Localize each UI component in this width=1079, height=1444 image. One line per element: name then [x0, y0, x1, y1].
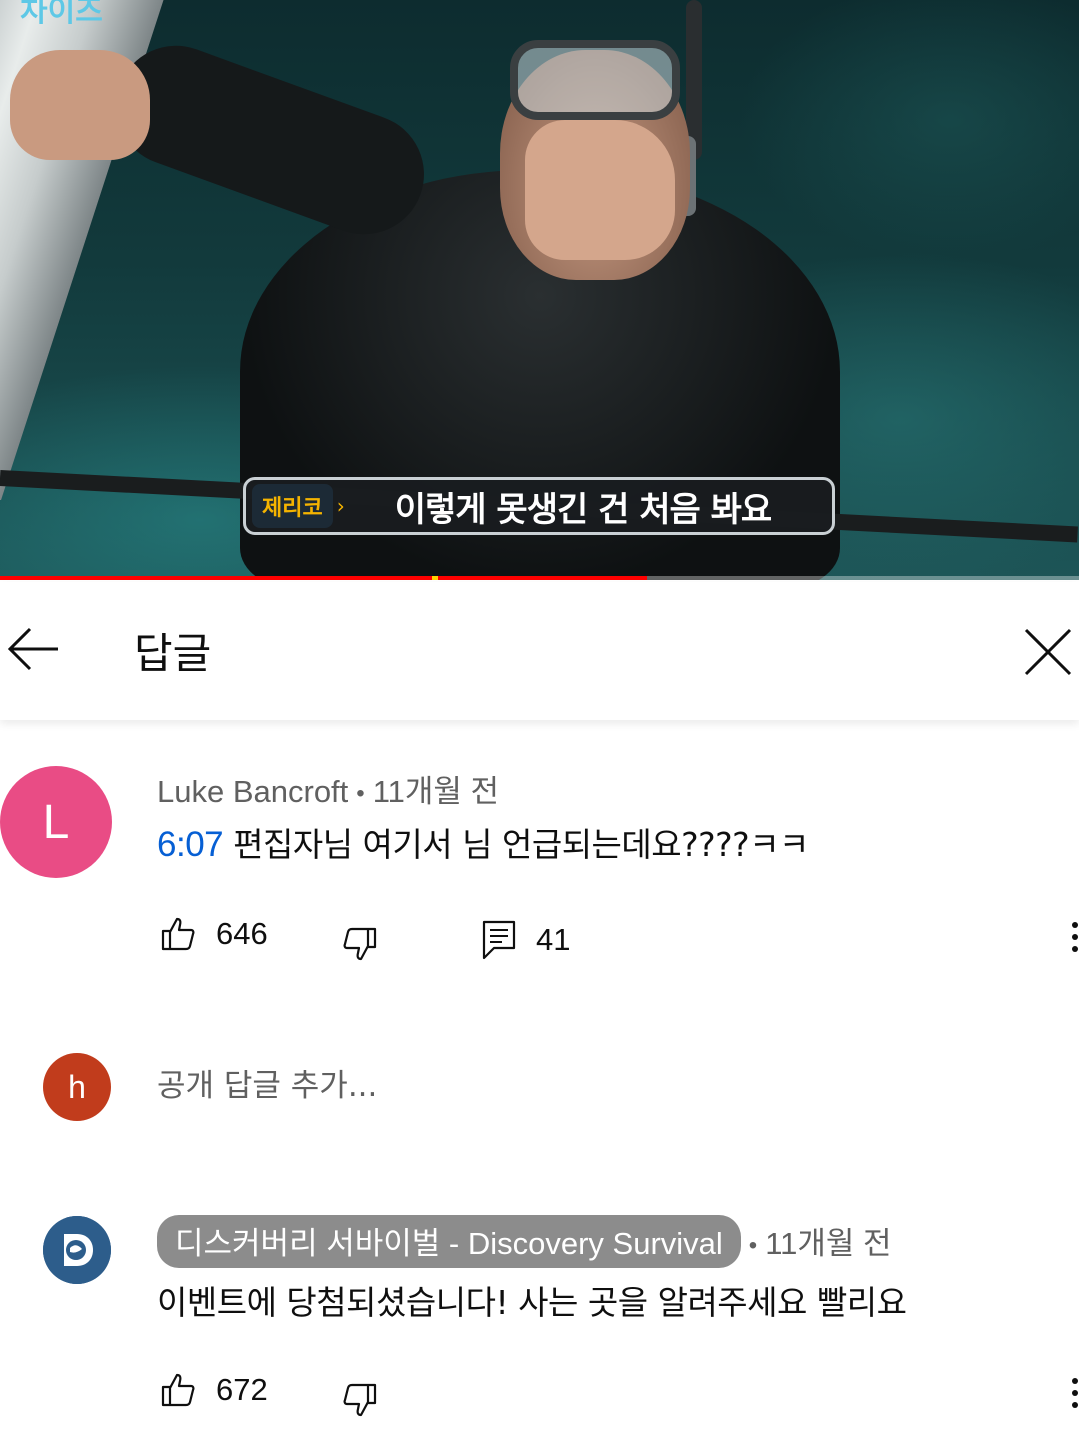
thumbs-up-icon: [161, 917, 195, 951]
chevron-right-icon: ›: [336, 494, 345, 518]
subtitle-text: 이렇게 못생긴 건 처음 봐요: [394, 489, 772, 530]
comment-meta: Luke Bancroft • 11개월 전: [157, 766, 499, 811]
more-options-icon[interactable]: [1070, 1378, 1079, 1412]
reply-count-button[interactable]: 41: [482, 920, 570, 960]
back-button[interactable]: [4, 624, 64, 674]
avatar[interactable]: L: [0, 766, 112, 878]
comment-author[interactable]: Luke Bancroft: [157, 774, 348, 809]
timestamp-link[interactable]: 6:07: [157, 825, 224, 864]
comment-age: 11개월 전: [372, 774, 500, 809]
discovery-logo-icon: [43, 1216, 111, 1284]
progress-played: [0, 576, 647, 580]
close-icon: [1024, 628, 1072, 676]
arrow-left-icon: [7, 627, 58, 671]
comment-body: 이벤트에 당첨되셨습니다! 사는 곳을 알려주세요 빨리요: [157, 1283, 907, 1322]
thumbs-down-icon: [343, 1383, 377, 1417]
avatar[interactable]: h: [43, 1053, 111, 1121]
dislike-button[interactable]: [342, 926, 378, 962]
separator-dot: •: [748, 1231, 758, 1259]
page-title: 답글: [134, 629, 212, 678]
comment-meta: 디스커버리 서바이벌 - Discovery Survival • 11개월 전: [157, 1215, 892, 1268]
reply-input[interactable]: [157, 1063, 1037, 1109]
avatar[interactable]: [43, 1216, 111, 1284]
diving-mask: [510, 40, 680, 120]
comment-body: 편집자님 여기서 님 언급되는데요????ㅋㅋ: [233, 825, 809, 864]
video-subtitle: 제리코 › 이렇게 못생긴 건 처음 봐요: [243, 477, 835, 535]
channel-author-badge[interactable]: 디스커버리 서바이벌 - Discovery Survival: [157, 1215, 741, 1268]
comment-text: 6:07 편집자님 여기서 님 언급되는데요????ㅋㅋ: [157, 818, 809, 866]
video-progress-bar[interactable]: [0, 576, 1079, 580]
comment-age: 11개월 전: [765, 1226, 892, 1261]
close-button[interactable]: [1018, 622, 1078, 682]
like-count: 646: [216, 916, 268, 951]
video-player[interactable]: 차이즈 제리코 › 이렇게 못생긴 건 처음 봐요: [0, 0, 1079, 580]
dislike-button[interactable]: [342, 1382, 378, 1418]
chapter-marker: [432, 576, 438, 580]
thumbs-up-icon: [161, 1373, 195, 1407]
subtitle-speaker: 제리코: [252, 484, 333, 528]
diver-left-hand: [10, 50, 150, 160]
channel-watermark: 차이즈: [20, 0, 103, 29]
like-button[interactable]: 646: [160, 916, 268, 952]
like-count: 672: [216, 1372, 268, 1407]
diver-hand: [525, 120, 675, 260]
thumbs-down-icon: [343, 927, 377, 961]
like-button[interactable]: 672: [160, 1372, 268, 1408]
comment-icon: [482, 920, 516, 960]
replies-header: 답글: [0, 582, 1079, 720]
reply-count: 41: [536, 922, 571, 957]
diver-arm: [99, 28, 441, 252]
separator-dot: •: [356, 779, 365, 807]
more-options-icon[interactable]: [1070, 922, 1079, 956]
